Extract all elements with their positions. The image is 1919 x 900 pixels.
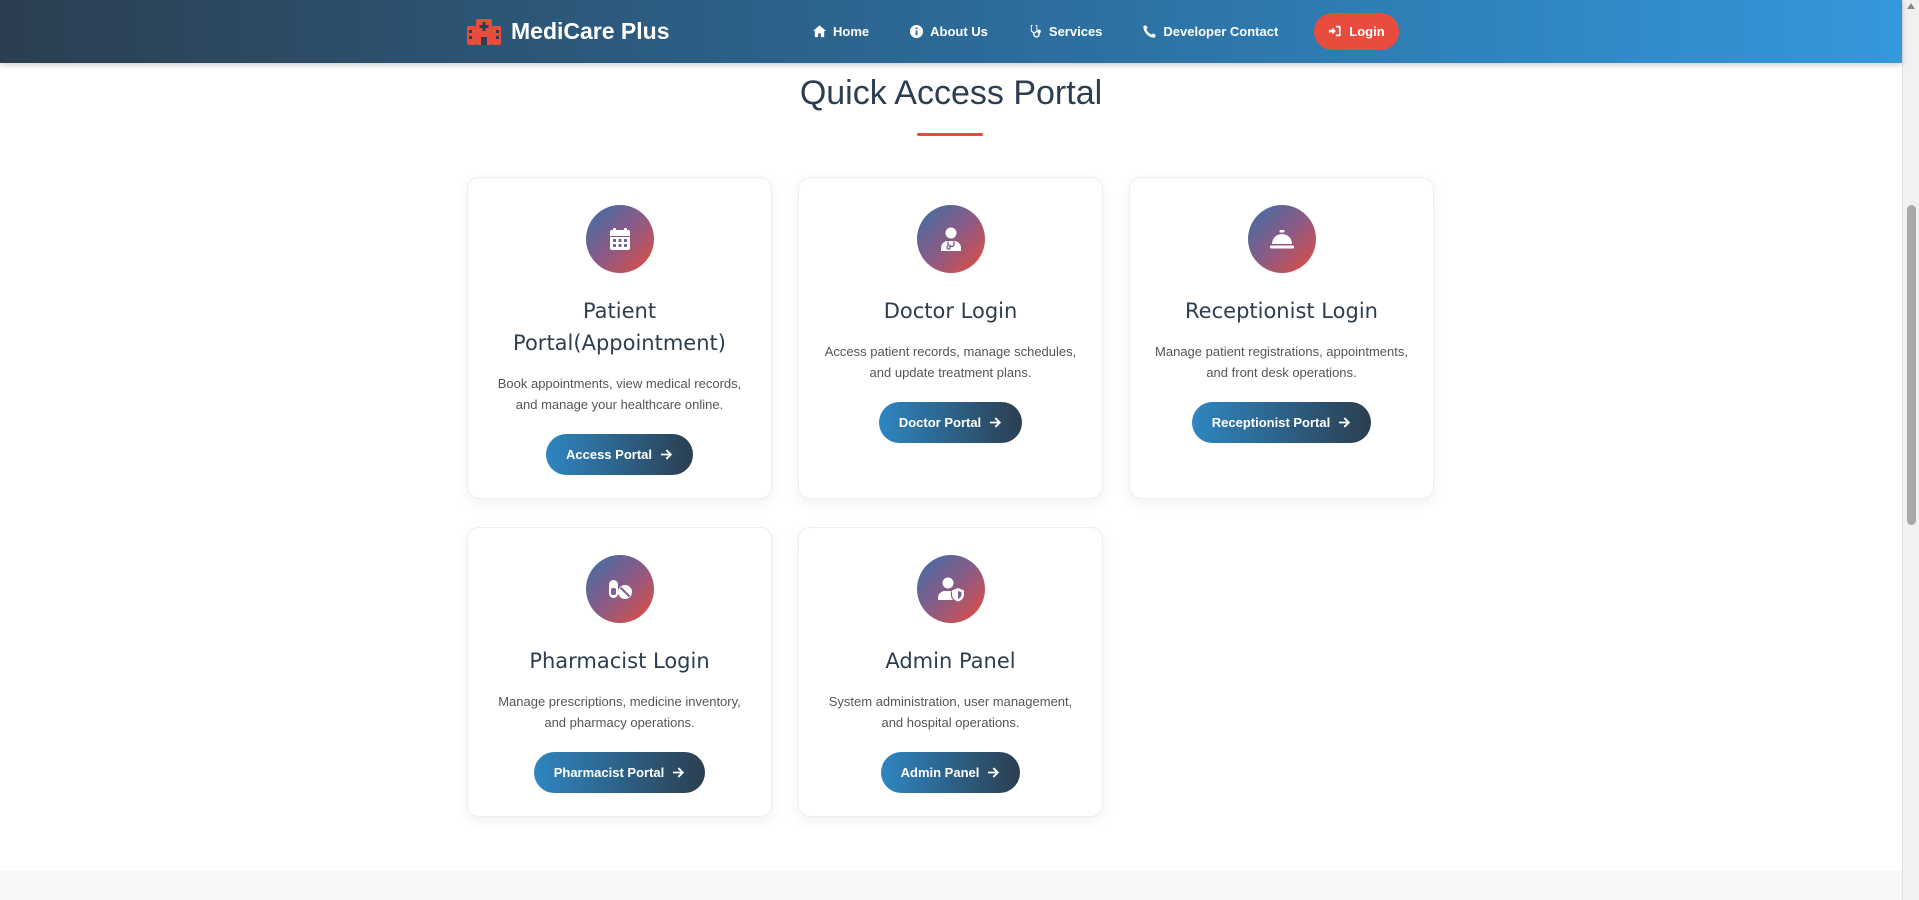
card-title: Receptionist Login — [1185, 299, 1378, 323]
nav-links: Home About Us Services Developer Contact… — [812, 12, 1399, 50]
scrollbar-thumb[interactable] — [1907, 205, 1916, 525]
nav-item-developer-contact[interactable]: Developer Contact — [1142, 24, 1278, 39]
arrow-right-icon — [1339, 417, 1351, 428]
card-description: Book appointments, view medical records,… — [497, 376, 742, 412]
card-title: Patient Portal(Appointment) — [513, 299, 726, 355]
card-description: Access patient records, manage schedules… — [824, 344, 1077, 380]
pills-icon — [608, 580, 632, 599]
card-title: Doctor Login — [883, 299, 1018, 323]
card-admin-panel: Admin Panel System administration, user … — [798, 527, 1103, 817]
doctor-portal-button[interactable]: Doctor Portal — [878, 402, 1023, 443]
home-icon — [812, 24, 827, 37]
login-button[interactable]: Login — [1314, 12, 1399, 50]
button-label: Receptionist Portal — [1211, 415, 1331, 430]
arrow-right-icon — [673, 767, 685, 778]
concierge-bell-icon — [1269, 230, 1294, 249]
login-label: Login — [1349, 23, 1385, 39]
card-icon-circle — [916, 555, 985, 623]
nav-item-label: Home — [833, 23, 870, 39]
doctor-icon — [940, 227, 961, 251]
next-section-strip — [0, 871, 1902, 900]
nav-item-home[interactable]: Home — [812, 24, 869, 39]
nav-item-label: Developer Contact — [1163, 23, 1279, 39]
scroll-up-arrow-icon[interactable] — [1907, 3, 1915, 9]
nav-item-about[interactable]: About Us — [909, 24, 988, 39]
arrow-right-icon — [660, 449, 673, 460]
pharmacist-portal-button[interactable]: Pharmacist Portal — [533, 752, 706, 793]
hospital-icon — [467, 19, 501, 45]
title-underline — [917, 133, 983, 136]
calendar-icon — [609, 228, 630, 250]
navbar: MediCare Plus Home About Us Services Dev… — [0, 0, 1902, 63]
card-receptionist-login: Receptionist Login Manage patient regist… — [1129, 177, 1434, 499]
nav-item-label: About Us — [930, 23, 988, 39]
card-title: Pharmacist Login — [529, 649, 710, 673]
card-title: Admin Panel — [885, 649, 1016, 673]
admin-panel-button[interactable]: Admin Panel — [880, 752, 1021, 793]
sign-in-icon — [1329, 25, 1341, 37]
card-icon-circle — [916, 205, 985, 273]
card-doctor-login: Doctor Login Access patient records, man… — [798, 177, 1103, 499]
arrow-right-icon — [990, 417, 1002, 428]
button-label: Admin Panel — [900, 765, 980, 780]
card-icon-circle — [585, 205, 654, 273]
button-label: Doctor Portal — [898, 415, 982, 430]
card-description: System administration, user management, … — [828, 694, 1073, 730]
nav-item-label: Services — [1048, 23, 1103, 39]
card-description: Manage patient registrations, appointmen… — [1155, 344, 1408, 380]
card-pharmacist-login: Pharmacist Login Manage prescriptions, m… — [467, 527, 772, 817]
user-shield-icon — [937, 577, 964, 602]
section-title: Quick Access Portal — [799, 74, 1103, 112]
card-patient-portal: Patient Portal(Appointment) Book appoint… — [467, 177, 772, 499]
brand-logo[interactable]: MediCare Plus — [466, 14, 670, 48]
card-icon-circle — [585, 555, 654, 623]
card-description: Manage prescriptions, medicine inventory… — [498, 694, 741, 730]
card-icon-circle — [1247, 205, 1316, 273]
receptionist-portal-button[interactable]: Receptionist Portal — [1191, 402, 1372, 443]
access-portal-button[interactable]: Access Portal — [546, 434, 693, 475]
vertical-scrollbar[interactable] — [1902, 0, 1919, 900]
button-label: Access Portal — [566, 447, 652, 462]
button-label: Pharmacist Portal — [553, 765, 665, 780]
info-icon — [910, 24, 924, 38]
brand-name: MediCare Plus — [511, 17, 670, 44]
stethoscope-icon — [1030, 24, 1041, 38]
arrow-right-icon — [988, 767, 1000, 778]
phone-icon — [1143, 24, 1157, 38]
nav-item-services[interactable]: Services — [1028, 23, 1103, 39]
